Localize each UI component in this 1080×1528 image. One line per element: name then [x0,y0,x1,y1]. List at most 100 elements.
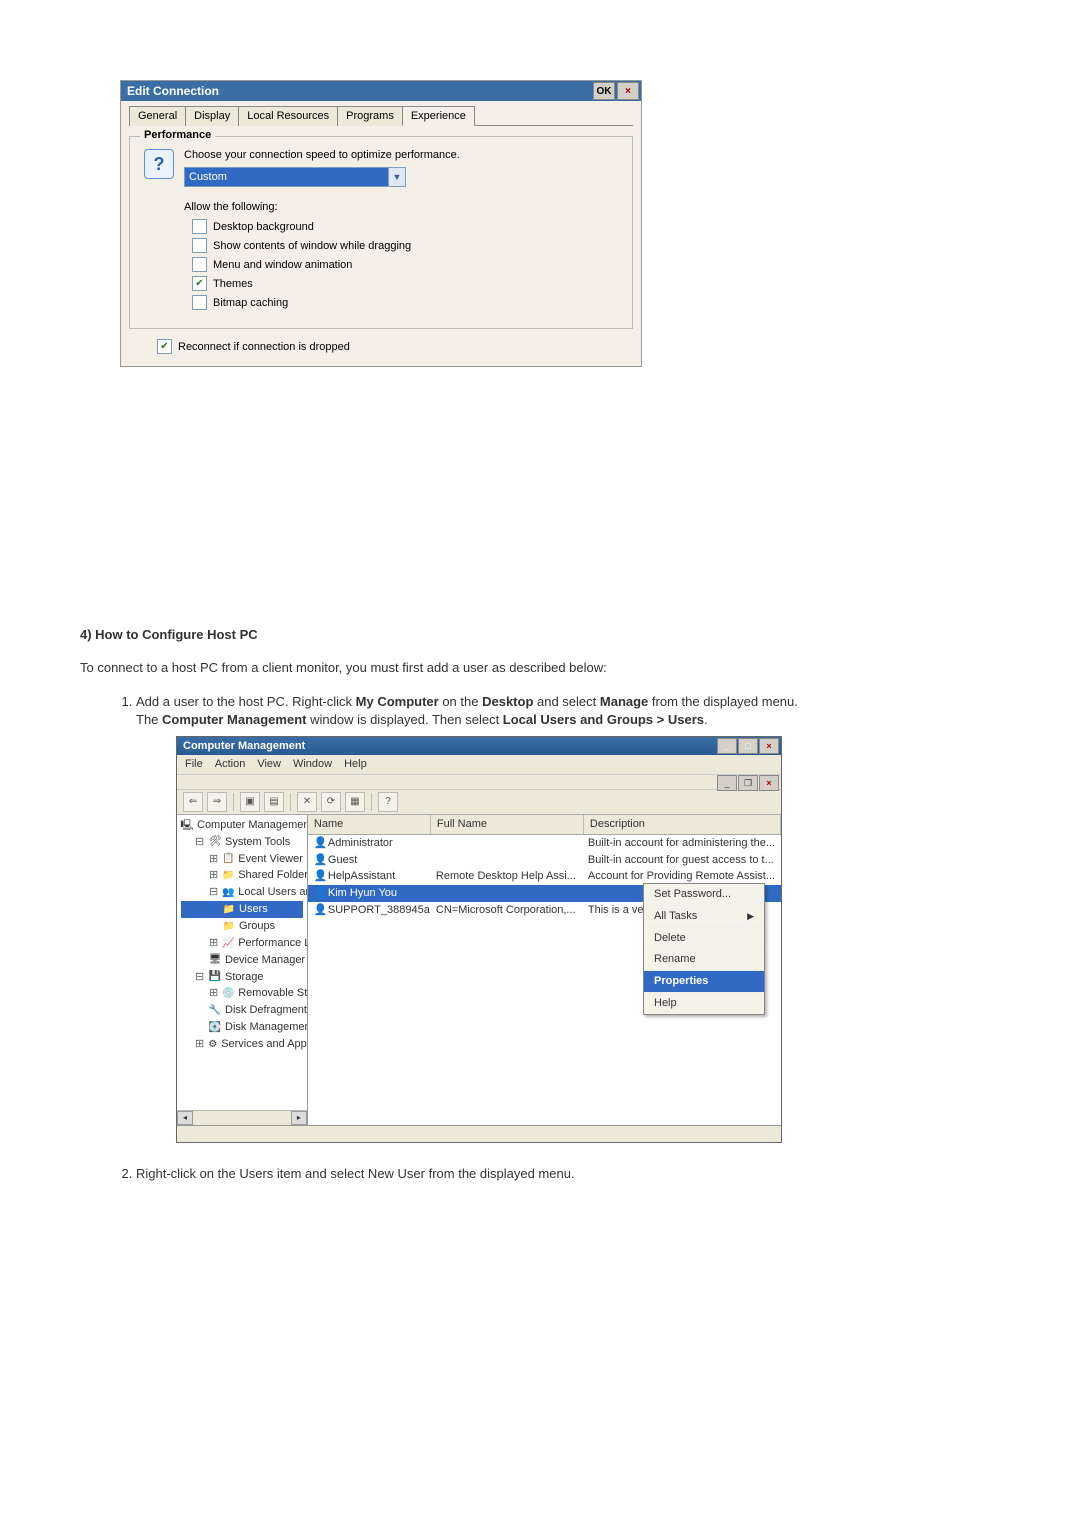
event-icon: 📋 [222,853,234,865]
label-reconnect: Reconnect if connection is dropped [178,341,350,353]
ctx-help[interactable]: Help [644,993,764,1014]
cm-list: Name Full Name Description 👤Administrato… [308,815,781,1125]
allow-label: Allow the following: [184,201,618,213]
storage-icon: 💾 [209,971,221,983]
checkbox-bitmap[interactable] [192,295,207,310]
steps-list: Add a user to the host PC. Right-click M… [80,693,1000,1182]
col-name[interactable]: Name [308,815,431,834]
list-header: Name Full Name Description [308,815,781,835]
ctx-rename[interactable]: Rename [644,949,764,971]
tab-experience[interactable]: Experience [402,106,475,126]
performance-legend: Performance [140,129,215,141]
checkbox-desktop-bg[interactable] [192,219,207,234]
tree-event-viewer[interactable]: ⊞📋Event Viewer [181,851,303,868]
window-title: Edit Connection [127,84,219,98]
scroll-right-icon[interactable]: ▸ [291,1111,307,1125]
removable-icon: 💿 [222,988,234,1000]
performance-prompt: Choose your connection speed to optimize… [184,149,618,161]
tree-scrollbar[interactable]: ◂ ▸ [177,1110,307,1125]
tab-display[interactable]: Display [185,106,239,126]
ctx-properties[interactable]: Properties [644,971,764,993]
step-1: Add a user to the host PC. Right-click M… [136,693,1000,1143]
label-themes: Themes [213,278,253,290]
label-show-contents: Show contents of window while dragging [213,240,411,252]
tab-programs[interactable]: Programs [337,106,403,126]
checkbox-reconnect[interactable]: ✔ [157,339,172,354]
status-bar [177,1125,781,1142]
up-icon[interactable]: ▣ [240,792,260,812]
menu-view[interactable]: View [257,757,281,772]
menu-help[interactable]: Help [344,757,367,772]
delete-icon[interactable]: ✕ [297,792,317,812]
intro-text: To connect to a host PC from a client mo… [80,660,1000,675]
user-icon: 👤 [314,836,326,851]
tree-local-users[interactable]: ⊟👥Local Users and Groups [181,884,303,901]
services-icon: ⚙ [208,1038,217,1050]
export-icon[interactable]: ▦ [345,792,365,812]
title-bar: Edit Connection OK × [121,81,641,101]
ctx-set-password[interactable]: Set Password... [644,884,764,906]
menu-file[interactable]: File [185,757,203,772]
tree-storage[interactable]: ⊟💾Storage [181,969,303,986]
user-icon: 👤 [314,869,326,884]
tree-perf-logs[interactable]: ⊞📈Performance Logs and Alerts [181,935,303,952]
close-button[interactable]: × [759,738,779,754]
tree-root[interactable]: 🖳Computer Management (Local) [181,817,303,834]
child-restore-button[interactable]: ❐ [738,775,758,791]
perf-icon: 📈 [222,937,234,949]
ok-button[interactable]: OK [593,82,615,100]
label-menu-anim: Menu and window animation [213,259,352,271]
user-icon: 👤 [314,886,326,901]
tree-shared-folders[interactable]: ⊞📁Shared Folders [181,867,303,884]
checkbox-menu-anim[interactable] [192,257,207,272]
back-icon[interactable]: ⇐ [183,792,203,812]
computer-management-window: Computer Management _ □ × File Action Vi… [176,736,782,1143]
forward-icon[interactable]: ⇒ [207,792,227,812]
properties-icon[interactable]: ▤ [264,792,284,812]
col-fullname[interactable]: Full Name [431,815,584,834]
tree-device-manager[interactable]: 🖥Device Manager [181,952,303,969]
tree-groups[interactable]: 📁Groups [181,918,303,935]
ctx-delete[interactable]: Delete [644,928,764,950]
cm-menubar: File Action View Window Help [177,755,781,775]
tab-general[interactable]: General [129,106,186,126]
maximize-button[interactable]: □ [738,738,758,754]
cm-title: Computer Management [183,739,305,754]
scroll-left-icon[interactable]: ◂ [177,1111,193,1125]
checkbox-themes[interactable]: ✔ [192,276,207,291]
menu-window[interactable]: Window [293,757,332,772]
help-icon: ? [144,149,174,179]
section-heading: 4) How to Configure Host PC [80,627,1000,642]
folder-icon: 📁 [223,920,235,932]
child-minimize-button[interactable]: _ [717,775,737,791]
defrag-icon: 🔧 [209,1005,221,1017]
tree-removable[interactable]: ⊞💿Removable Storage [181,985,303,1002]
tree-users[interactable]: 📁Users [181,901,303,918]
computer-icon: 🖳 [181,819,193,831]
tree-defrag[interactable]: 🔧Disk Defragmenter [181,1002,303,1019]
menu-action[interactable]: Action [215,757,246,772]
refresh-icon[interactable]: ⟳ [321,792,341,812]
users-icon: 👥 [222,887,234,899]
tree-system-tools[interactable]: ⊟🛠System Tools [181,834,303,851]
checkbox-show-contents[interactable] [192,238,207,253]
speed-value: Custom [185,168,388,186]
speed-select[interactable]: Custom ▼ [184,167,406,187]
tab-local-resources[interactable]: Local Resources [238,106,338,126]
close-button[interactable]: × [617,82,639,100]
child-close-button[interactable]: × [759,775,779,791]
col-description[interactable]: Description [584,815,781,834]
list-row[interactable]: 👤Guest Built-in account for guest access… [308,852,781,869]
chevron-down-icon: ▼ [388,168,405,186]
user-icon: 👤 [314,903,326,918]
user-icon: 👤 [314,853,326,868]
ctx-all-tasks[interactable]: All Tasks▶ [644,906,764,928]
cm-toolbar: ⇐ ⇒ ▣ ▤ ✕ ⟳ ▦ ? [177,790,781,815]
list-row[interactable]: 👤Administrator Built-in account for admi… [308,835,781,852]
minimize-button[interactable]: _ [717,738,737,754]
performance-group: Performance ? Choose your connection spe… [129,136,633,329]
context-menu: Set Password... All Tasks▶ Delete Rename… [643,883,765,1015]
tree-services[interactable]: ⊞⚙Services and Applications [181,1036,303,1053]
tree-diskmgmt[interactable]: 💽Disk Management [181,1019,303,1036]
help-icon[interactable]: ? [378,792,398,812]
